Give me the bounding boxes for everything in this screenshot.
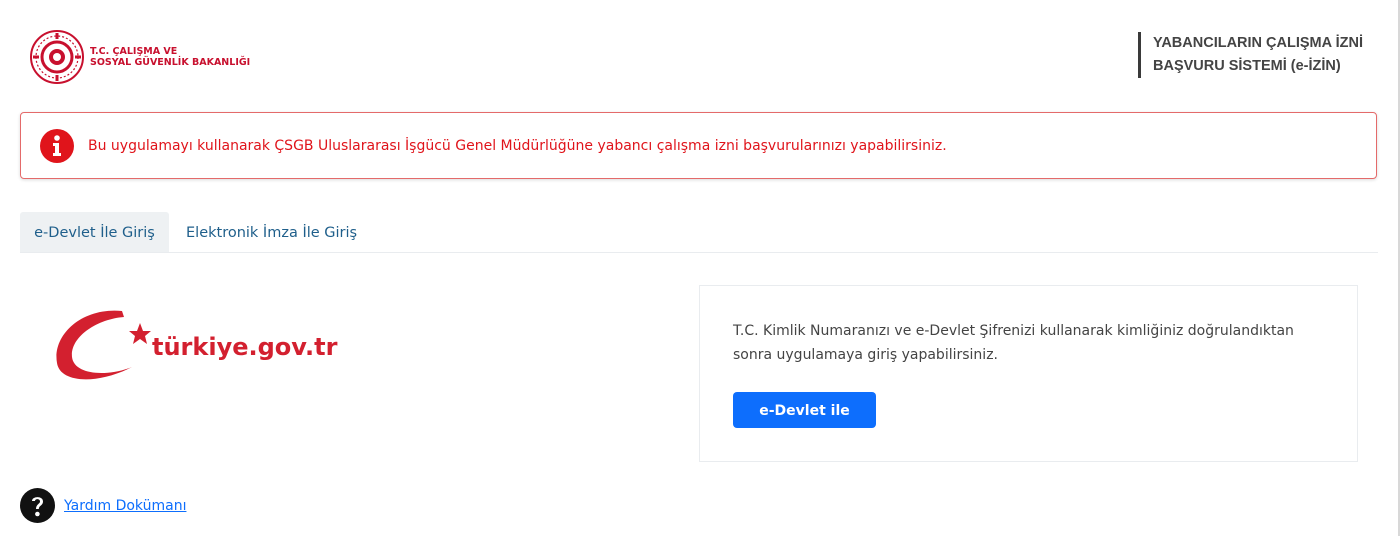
login-description: T.C. Kimlik Numaranızı ve e-Devlet Şifre…	[733, 323, 1294, 363]
system-title-line1: YABANCILARIN ÇALIŞMA İZNİ	[1153, 35, 1363, 51]
ministry-name-line1: T.C. ÇALIŞMA VE	[90, 46, 178, 57]
info-alert: Bu uygulamayı kullanarak ÇSGB Uluslarara…	[20, 112, 1377, 179]
system-title-line2: BAŞVURU SİSTEMİ (e-İZİN)	[1153, 58, 1341, 74]
ministry-emblem-icon	[30, 30, 84, 84]
tab-edevlet-login[interactable]: e-Devlet İle Giriş	[20, 212, 169, 252]
info-icon	[40, 128, 74, 163]
turkiye-gov-logo: türkiye.gov.tr	[52, 305, 382, 391]
help-document-link[interactable]: Yardım Dokümanı	[64, 498, 186, 514]
edevlet-login-card: T.C. Kimlik Numaranızı ve e-Devlet Şifre…	[699, 285, 1358, 462]
ministry-logo[interactable]: T.C. ÇALIŞMA VE SOSYAL GÜVENLİK BAKANLIĞ…	[30, 30, 250, 84]
ministry-name-line2: SOSYAL GÜVENLİK BAKANLIĞI	[90, 57, 251, 68]
header: T.C. ÇALIŞMA VE SOSYAL GÜVENLİK BAKANLIĞ…	[0, 0, 1400, 110]
login-tabs: e-Devlet İle Giriş Elektronik İmza İle G…	[20, 212, 1378, 253]
alert-message: Bu uygulamayı kullanarak ÇSGB Uluslarara…	[88, 137, 947, 154]
system-title: YABANCILARIN ÇALIŞMA İZNİ BAŞVURU SİSTEM…	[1138, 32, 1363, 78]
gov-logo-text: türkiye.gov.tr	[152, 333, 338, 361]
ministry-name: T.C. ÇALIŞMA VE SOSYAL GÜVENLİK BAKANLIĞ…	[90, 46, 250, 68]
help-section: Yardım Dokümanı	[20, 488, 186, 523]
edevlet-login-button[interactable]: e-Devlet ile Giriş	[733, 392, 876, 455]
tab-e-signature-login[interactable]: Elektronik İmza İle Giriş	[186, 212, 357, 252]
question-circle-icon	[20, 488, 55, 523]
